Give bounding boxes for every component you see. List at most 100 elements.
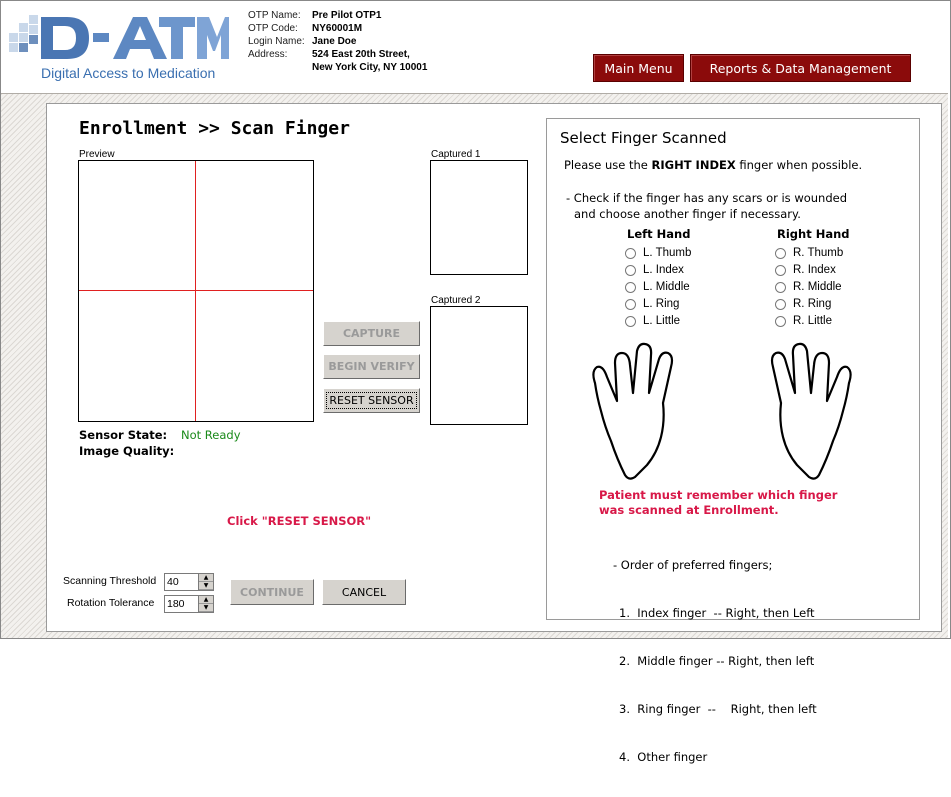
radio-label: R. Little [793,315,832,327]
instruction-prefix: Please use the [564,158,652,172]
scar-check-line2: and choose another finger if necessary. [574,207,801,221]
radio-label: R. Thumb [793,247,844,259]
preview-label: Preview [79,149,115,160]
preview-area [78,160,314,422]
radio-r-ring[interactable]: R. Ring [775,298,831,310]
select-finger-panel: Select Finger Scanned Please use the RIG… [546,118,920,764]
captured2-image [430,306,528,425]
stepper-arrows[interactable]: ▲ ▼ [198,596,213,612]
sensor-state-label: Sensor State: [79,428,168,442]
radio-button[interactable] [625,247,636,259]
stepper-up-icon[interactable]: ▲ [199,574,213,582]
radio-button[interactable] [775,298,786,310]
radio-button[interactable] [775,315,786,327]
radio-r-index[interactable]: R. Index [775,264,836,276]
stepper-arrows[interactable]: ▲ ▼ [198,574,213,590]
info-key: Address: [248,49,288,60]
info-row-otp-name: OTP Name: Pre Pilot OTP1 [248,9,427,22]
info-row-address-2: New York City, NY 10001 [248,61,427,74]
scar-check-note: - Check if the finger has any scars or i… [566,190,847,222]
radio-r-middle[interactable]: R. Middle [775,281,842,293]
reports-data-management-button[interactable]: Reports & Data Management [690,54,911,82]
order-title: - Order of preferred fingers; [613,558,773,572]
begin-verify-button[interactable]: BEGIN VERIFY [323,354,420,379]
radio-l-index[interactable]: L. Index [625,264,684,276]
reset-instruction: Click "RESET SENSOR" [227,514,372,528]
select-finger-title: Select Finger Scanned [560,129,727,147]
page-title: Enrollment >> Scan Finger [79,118,350,139]
info-row-otp-code: OTP Code: NY60001M [248,22,427,35]
scanning-threshold-label: Scanning Threshold [63,575,157,587]
radio-l-little[interactable]: L. Little [625,315,680,327]
rotation-tolerance-value[interactable]: 180 [165,596,198,612]
radio-label: R. Ring [793,298,832,310]
radio-label: R. Middle [793,281,842,293]
captured1-label: Captured 1 [431,149,481,160]
radio-button[interactable] [625,264,636,276]
main-menu-button[interactable]: Main Menu [593,54,684,82]
info-key: OTP Code: [248,23,298,34]
order-line: 1. Index finger -- Right, then Left [619,606,815,620]
reset-sensor-label: RESET SENSOR [326,392,417,409]
otp-info: OTP Name: Pre Pilot OTP1 OTP Code: NY60001… [248,9,427,74]
stepper-down-icon[interactable]: ▼ [199,604,213,612]
info-key [248,61,312,74]
sensor-state-value: Not Ready [181,428,241,442]
stepper-down-icon[interactable]: ▼ [199,582,213,590]
logo-subtitle: Digital Access to Medication [41,65,216,81]
info-row-login-name: Login Name: Jane Doe [248,35,427,48]
stepper-up-icon[interactable]: ▲ [199,596,213,604]
radio-l-ring[interactable]: L. Ring [625,298,679,310]
radio-button[interactable] [775,264,786,276]
hands-diagram [592,342,852,480]
radio-button[interactable] [775,281,786,293]
left-hand-outline [592,342,674,480]
cancel-button[interactable]: CANCEL [322,579,406,605]
scanning-threshold-stepper[interactable]: 40 ▲ ▼ [164,573,214,591]
radio-l-middle[interactable]: L. Middle [625,281,690,293]
datm-logo-mark [9,15,229,59]
radio-label: R. Index [793,264,836,276]
warning-line2: was scanned at Enrollment. [599,503,779,517]
instruction-finger: RIGHT INDEX [651,158,736,172]
captured2-label: Captured 2 [431,295,481,306]
radio-label: L. Middle [643,281,690,293]
radio-button[interactable] [625,315,636,327]
radio-l-thumb[interactable]: L. Thumb [625,247,691,259]
continue-button[interactable]: CONTINUE [230,579,314,605]
info-value: Pre Pilot OTP1 [312,10,382,21]
captured1-image [430,160,528,275]
datm-logo: Digital Access to Medication [9,11,229,83]
order-line: 2. Middle finger -- Right, then left [619,654,815,668]
right-hand-heading: Right Hand [777,227,850,241]
radio-label: L. Little [643,315,681,327]
radio-button[interactable] [625,281,636,293]
right-hand-outline [770,342,852,480]
image-quality-label: Image Quality: [79,444,175,458]
info-value: Jane Doe [312,36,357,47]
reset-sensor-button[interactable]: RESET SENSOR [323,388,420,413]
warning-line1: Patient must remember which finger [599,488,838,502]
radio-label: L. Index [643,264,684,276]
finger-instruction: Please use the RIGHT INDEX finger when p… [564,158,862,172]
left-hand-heading: Left Hand [627,227,691,241]
radio-button[interactable] [625,298,636,310]
capture-button[interactable]: CAPTURE [323,321,420,346]
radio-r-thumb[interactable]: R. Thumb [775,247,843,259]
info-row-address: Address: 524 East 20th Street, [248,48,427,61]
radio-button[interactable] [775,247,786,259]
preferred-finger-order: - Order of preferred fingers; 1. Index f… [613,525,817,797]
radio-r-little[interactable]: R. Little [775,315,832,327]
order-line: 4. Other finger [619,750,708,764]
info-key: OTP Name: [248,10,301,21]
info-value: 524 East 20th Street, [312,49,410,60]
order-line: 3. Ring finger -- Right, then left [619,702,817,716]
scanning-threshold-value[interactable]: 40 [165,574,198,590]
remember-finger-warning: Patient must remember which finger was s… [599,488,837,518]
info-key: Login Name: [248,36,305,47]
rotation-tolerance-label: Rotation Tolerance [67,597,155,609]
radio-label: L. Thumb [643,247,692,259]
crosshair-vertical [195,161,196,421]
rotation-tolerance-stepper[interactable]: 180 ▲ ▼ [164,595,214,613]
info-value: NY60001M [312,23,363,34]
